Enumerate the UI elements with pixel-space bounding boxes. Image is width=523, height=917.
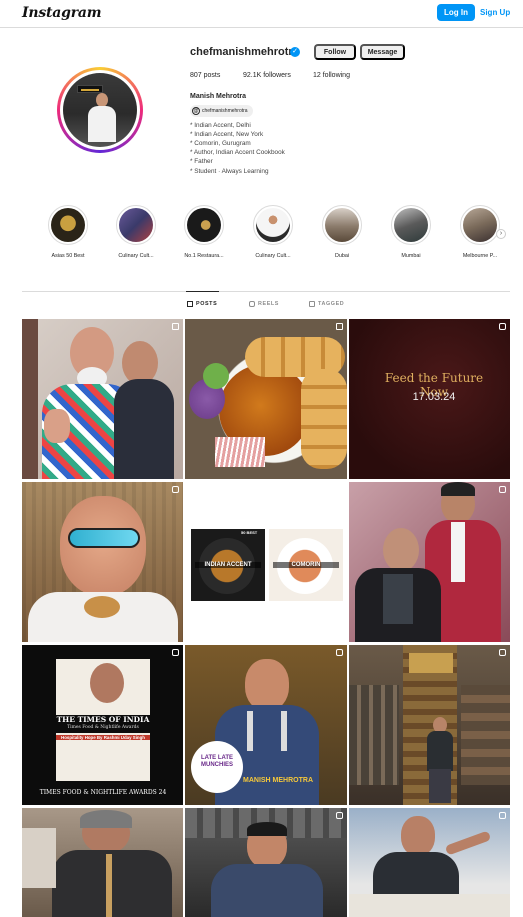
followers-count[interactable]: 92.1K followers xyxy=(243,72,291,79)
highlight-cover xyxy=(51,208,85,242)
reel-icon xyxy=(172,486,179,493)
bio-line: * Indian Accent, Delhi xyxy=(190,122,251,129)
highlight-label: Asias 50 Best xyxy=(51,253,85,259)
threads-handle: chefmanishmehrotra xyxy=(202,108,248,114)
following-count[interactable]: 12 following xyxy=(313,72,350,79)
post-caption: Hospitality Hope By Rashmi Uday Singh xyxy=(56,735,150,740)
post-tile[interactable] xyxy=(22,319,183,479)
highlight-item[interactable]: Asias 50 Best xyxy=(46,205,90,259)
post-caption: THE TIMES OF INDIA xyxy=(56,715,150,724)
tabs-divider xyxy=(22,291,510,292)
award-label: COMORIN xyxy=(273,562,339,568)
carousel-icon xyxy=(172,323,179,330)
highlight-cover xyxy=(463,208,497,242)
tab-label: REELS xyxy=(258,301,279,307)
highlight-item[interactable]: Mumbai xyxy=(389,205,433,259)
threads-link[interactable]: @ chefmanishmehrotra xyxy=(190,105,253,117)
posts-count: 807 posts xyxy=(190,72,221,79)
tagged-icon xyxy=(309,301,315,307)
highlight-label: Melbourne P... xyxy=(462,253,498,259)
carousel-icon xyxy=(336,323,343,330)
message-button[interactable]: Message xyxy=(360,44,405,60)
post-tile[interactable] xyxy=(185,808,347,917)
bio-line: * Author, Indian Accent Cookbook xyxy=(190,149,285,156)
highlight-cover xyxy=(394,208,428,242)
reel-icon xyxy=(499,649,506,656)
threads-icon: @ xyxy=(192,107,200,115)
login-button[interactable]: Log In xyxy=(437,4,475,21)
highlight-label: No.1 Restaura... xyxy=(184,253,224,259)
post-caption: Times Food & Nightlife Awards xyxy=(67,725,139,730)
active-tab-indicator xyxy=(186,291,219,292)
tab-reels[interactable]: REELS xyxy=(249,301,279,307)
reel-icon xyxy=(336,649,343,656)
award-label: INDIAN ACCENT xyxy=(195,562,261,568)
signup-link[interactable]: Sign Up xyxy=(480,4,510,21)
profile-avatar[interactable] xyxy=(57,67,143,153)
grid-icon xyxy=(187,301,193,307)
tab-label: TAGGED xyxy=(318,301,345,307)
highlight-item[interactable]: Culinary Cult... xyxy=(251,205,295,259)
verified-badge-icon: ✓ xyxy=(290,47,300,57)
highlight-label: Dubai xyxy=(334,253,350,259)
award-badge: 50 BEST xyxy=(241,530,258,535)
follow-button[interactable]: Follow xyxy=(314,44,356,60)
post-tile[interactable] xyxy=(349,645,510,805)
bio-line: * Comorin, Gurugram xyxy=(190,140,251,147)
reel-icon xyxy=(499,323,506,330)
bio-line: * Father xyxy=(190,158,213,165)
tab-posts[interactable]: POSTS xyxy=(187,301,217,307)
reel-icon xyxy=(172,649,179,656)
avatar-photo xyxy=(63,73,137,147)
post-tile[interactable] xyxy=(349,808,510,917)
post-caption: TIMES FOOD & NIGHTLIFE AWARDS 24 xyxy=(39,789,167,796)
profile-full-name: Manish Mehrotra xyxy=(190,93,247,100)
post-tile[interactable]: LATE LATE MUNCHIES MANISH MEHROTRA xyxy=(185,645,347,805)
post-date: 17.03.24 xyxy=(412,391,456,403)
post-caption: LATE LATE MUNCHIES xyxy=(200,755,234,768)
highlight-label: Mumbai xyxy=(401,253,421,259)
profile-username: chefmanishmehrotra xyxy=(190,46,299,58)
highlight-label: Culinary Cult... xyxy=(255,253,291,259)
highlight-cover xyxy=(325,208,359,242)
highlights-next-chevron-icon[interactable]: › xyxy=(496,229,506,239)
top-bar: Instagram Log In Sign Up xyxy=(0,0,523,28)
highlight-cover xyxy=(256,208,290,242)
post-caption: MANISH MEHROTRA xyxy=(243,777,313,784)
post-tile[interactable]: THE TIMES OF INDIA Times Food & Nightlif… xyxy=(22,645,183,805)
reels-icon xyxy=(249,301,255,307)
bio-line: * Indian Accent, New York xyxy=(190,131,264,138)
highlight-cover xyxy=(119,208,153,242)
post-tile[interactable]: INDIAN ACCENT COMORIN 50 BEST xyxy=(185,482,347,642)
tab-tagged[interactable]: TAGGED xyxy=(309,301,344,307)
highlight-item[interactable]: Culinary Cult... xyxy=(114,205,158,259)
highlight-cover xyxy=(187,208,221,242)
post-tile[interactable] xyxy=(22,482,183,642)
post-tile[interactable] xyxy=(22,808,183,917)
instagram-logo[interactable]: Instagram xyxy=(22,5,102,21)
tab-label: POSTS xyxy=(196,301,218,307)
bio-line: * Student · Always Learning xyxy=(190,168,269,175)
post-tile[interactable] xyxy=(185,319,347,479)
reel-icon xyxy=(499,812,506,819)
reel-icon xyxy=(499,486,506,493)
post-tile[interactable]: Feed the Future Now 17.03.24 xyxy=(349,319,510,479)
highlight-label: Culinary Cult... xyxy=(118,253,154,259)
highlight-item[interactable]: Dubai xyxy=(320,205,364,259)
reel-icon xyxy=(336,812,343,819)
post-tile[interactable] xyxy=(349,482,510,642)
highlight-item[interactable]: No.1 Restaura... xyxy=(182,205,226,259)
